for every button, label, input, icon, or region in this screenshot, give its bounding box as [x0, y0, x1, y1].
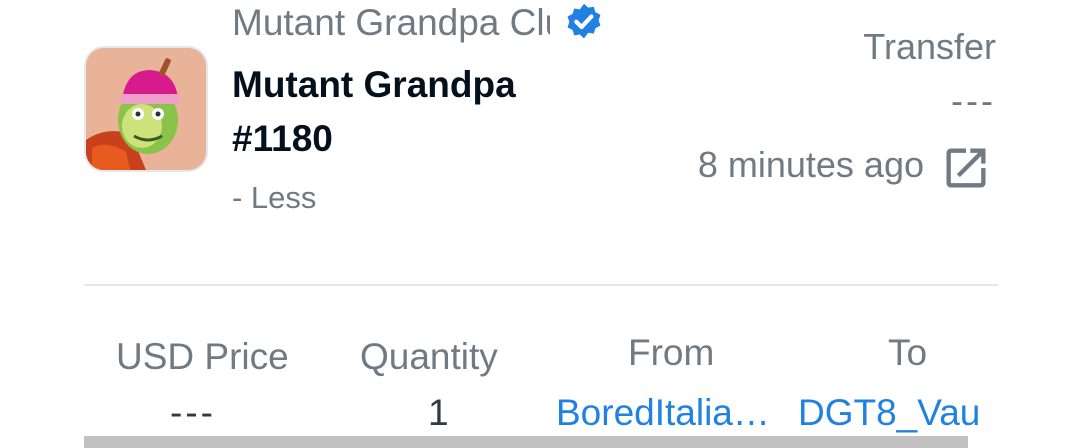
from-header: From	[628, 332, 715, 373]
less-toggle[interactable]: - Less	[232, 180, 316, 216]
event-type: Transfer	[863, 26, 996, 67]
quantity-value: 1	[428, 392, 449, 433]
to-header: To	[888, 332, 928, 373]
to-address-link[interactable]: DGT8_Vau	[798, 392, 1080, 434]
quantity-header: Quantity	[360, 336, 498, 377]
event-time: 8 minutes ago	[697, 144, 924, 185]
event-price: ---	[951, 80, 996, 121]
usd-price-header: USD Price	[116, 336, 289, 377]
nft-thumbnail[interactable]	[84, 46, 208, 172]
divider	[84, 284, 998, 286]
from-address-link[interactable]: BoredItalia…	[556, 392, 770, 434]
horizontal-scrollbar[interactable]	[84, 436, 968, 448]
nft-artwork	[86, 48, 206, 170]
usd-price-value: ---	[170, 392, 216, 433]
verified-badge-icon	[567, 3, 601, 39]
item-name[interactable]: Mutant Grandpa #1180	[232, 58, 562, 166]
collection-name[interactable]: Mutant Grandpa Club	[232, 0, 550, 50]
external-link-icon[interactable]	[940, 142, 992, 194]
